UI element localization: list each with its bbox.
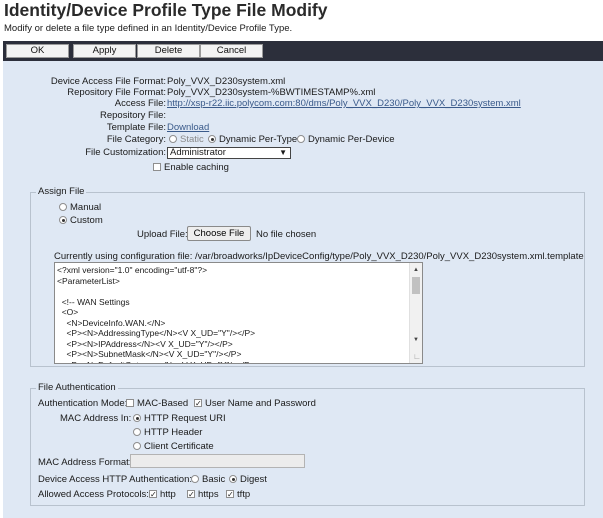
mac-in-http-request-uri[interactable]: HTTP Request URI <box>133 413 226 424</box>
file-customization-label: File Customization: <box>85 147 166 158</box>
radio-static[interactable] <box>169 135 177 144</box>
auth-mac-based[interactable]: MAC-Based <box>126 398 188 409</box>
scroll-down-icon[interactable]: ▼ <box>413 335 419 346</box>
template-file-label: Template File: <box>106 122 166 133</box>
choose-file-button[interactable]: Choose File <box>187 226 251 241</box>
template-line <box>57 286 407 297</box>
ok-button[interactable]: OK <box>6 44 69 58</box>
device-access-file-format-label: Device Access File Format: <box>50 76 166 87</box>
mac-in-http-header[interactable]: HTTP Header <box>133 427 202 438</box>
file-category-label: File Category: <box>106 134 166 145</box>
tftp-checkbox[interactable] <box>226 490 234 499</box>
radio-custom[interactable] <box>59 216 67 225</box>
protocol-tftp[interactable]: tftp <box>226 489 250 500</box>
http-auth-digest[interactable]: Digest <box>229 474 267 485</box>
mac-in-client-certificate[interactable]: Client Certificate <box>133 441 214 452</box>
device-access-file-format-value: Poly_VVX_D230system.xml <box>167 76 286 87</box>
mac-based-checkbox[interactable] <box>126 399 134 408</box>
template-download-link[interactable]: Download <box>167 122 209 133</box>
assign-manual[interactable]: Manual <box>59 202 101 213</box>
file-customization-select[interactable]: Administrator ▼ <box>167 147 291 159</box>
access-file-label: Access File: <box>114 98 166 109</box>
template-line: <ParameterList> <box>57 275 120 286</box>
template-line: <P><N>AddressingType</N><V X_UD="Y"/></P… <box>57 328 256 338</box>
radio-http-header[interactable] <box>133 428 141 437</box>
auth-user-pass[interactable]: User Name and Password <box>194 398 316 409</box>
textarea-scrollbar[interactable]: ▲ ▼ <box>409 263 422 363</box>
toolbar: OK Apply Delete Cancel <box>3 41 603 61</box>
repository-file-format-label: Repository File Format: <box>67 87 166 98</box>
http-auth-label: Device Access HTTP Authentication: <box>38 474 193 485</box>
config-file-path: Currently using configuration file: /var… <box>54 251 584 262</box>
page-subtitle: Modify or delete a file type defined in … <box>4 23 293 34</box>
file-auth-legend: File Authentication <box>36 382 118 393</box>
no-file-chosen: No file chosen <box>256 229 317 240</box>
access-file-link[interactable]: http://xsp-r22.iic.polycom.com:80/dms/Po… <box>167 98 521 109</box>
upload-file-label: Upload File: <box>137 229 188 240</box>
radio-dynamic-per-type[interactable] <box>208 135 216 144</box>
chevron-down-icon: ▼ <box>279 148 287 157</box>
template-textarea[interactable]: <?xml version="1.0" encoding="utf-8"?> <P… <box>54 262 423 364</box>
mac-format-label: MAC Address Format: <box>38 457 132 468</box>
protocols-label: Allowed Access Protocols: <box>38 489 149 500</box>
http-checkbox[interactable] <box>149 490 157 499</box>
template-line: <P><N>IPAddress</N><V X_UD="Y"/></P> <box>57 338 233 349</box>
scroll-up-icon[interactable]: ▲ <box>413 265 419 276</box>
repository-file-label: Repository File: <box>100 110 166 121</box>
http-auth-basic[interactable]: Basic <box>191 474 225 485</box>
cancel-button[interactable]: Cancel <box>200 44 263 58</box>
protocol-http[interactable]: http <box>149 489 176 500</box>
form-panel: Device Access File Format: Poly_VVX_D230… <box>3 61 603 518</box>
radio-http-request-uri[interactable] <box>133 414 141 423</box>
delete-button[interactable]: Delete <box>137 44 200 58</box>
assign-file-legend: Assign File <box>36 186 87 197</box>
template-line: <!-- WAN Settings <box>57 296 130 307</box>
template-line: <O> <box>57 307 79 317</box>
mac-address-in-label: MAC Address In: <box>60 413 132 424</box>
radio-client-certificate[interactable] <box>133 442 141 451</box>
radio-basic[interactable] <box>191 475 199 484</box>
auth-mode-label: Authentication Mode: <box>38 398 128 409</box>
enable-caching-checkbox[interactable] <box>153 163 161 172</box>
mac-format-input[interactable] <box>130 454 305 468</box>
repository-file-format-value: Poly_VVX_D230system-%BWTIMESTAMP%.xml <box>167 87 376 98</box>
user-pass-checkbox[interactable] <box>194 399 202 408</box>
page-title: Identity/Device Profile Type File Modify <box>4 0 328 20</box>
template-line: <?xml version="1.0" encoding="utf-8"?> <box>57 265 208 275</box>
template-line: <N>DeviceInfo.WAN.</N> <box>57 317 166 328</box>
https-checkbox[interactable] <box>187 490 195 499</box>
template-line: <P><N>SubnetMask</N><V X_UD="Y"/></P> <box>57 349 242 359</box>
protocol-https[interactable]: https <box>187 489 219 500</box>
radio-dynamic-per-device[interactable] <box>297 135 305 144</box>
template-line: <P><N>DefaultGateway</N><V X_UD="Y"/></P… <box>57 360 407 364</box>
file-category-static[interactable]: Static <box>169 134 204 145</box>
enable-caching[interactable]: Enable caching <box>153 162 229 173</box>
file-category-dynamic-per-device[interactable]: Dynamic Per-Device <box>297 134 395 145</box>
apply-button[interactable]: Apply <box>73 44 136 58</box>
template-text: <?xml version="1.0" encoding="utf-8"?> <P… <box>57 265 407 364</box>
file-category-dynamic-per-type[interactable]: Dynamic Per-Type <box>208 134 297 145</box>
assign-custom[interactable]: Custom <box>59 215 103 226</box>
scroll-thumb[interactable] <box>412 277 420 294</box>
radio-digest[interactable] <box>229 475 237 484</box>
resize-grip-icon[interactable]: ∟ <box>413 352 421 363</box>
radio-manual[interactable] <box>59 203 67 212</box>
